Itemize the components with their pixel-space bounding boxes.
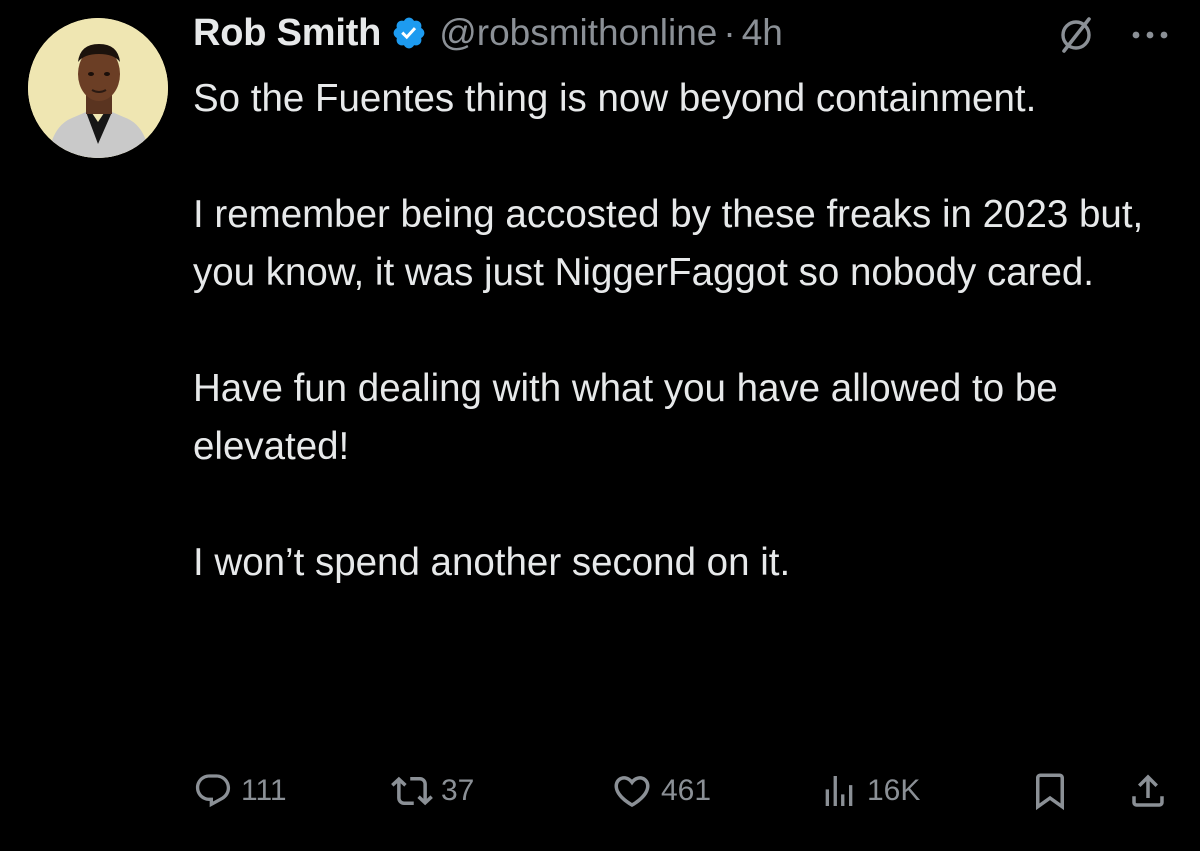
tweet-paragraph: So the Fuentes thing is now beyond conta… bbox=[193, 77, 1037, 120]
reply-icon bbox=[195, 774, 231, 808]
more-dots-icon[interactable] bbox=[1130, 28, 1170, 40]
views-bar-chart-icon bbox=[825, 776, 853, 806]
share-button[interactable] bbox=[1127, 764, 1169, 818]
separator-dot: · bbox=[723, 12, 736, 53]
avatar-photo bbox=[28, 18, 168, 158]
bookmark-button[interactable] bbox=[1029, 764, 1071, 818]
grok-slash-circle-icon[interactable] bbox=[1056, 14, 1096, 54]
reply-count: 111 bbox=[241, 774, 287, 807]
author-handle[interactable]: @robsmithonline bbox=[439, 12, 717, 54]
tweet-text: So the Fuentes thing is now beyond conta… bbox=[193, 70, 1173, 592]
tweet-paragraph: Have fun dealing with what you have allo… bbox=[193, 367, 1058, 468]
header-actions bbox=[1056, 14, 1170, 54]
like-count: 461 bbox=[661, 774, 712, 807]
views-button[interactable]: 16K bbox=[819, 764, 920, 818]
views-count: 16K bbox=[867, 774, 921, 807]
repost-icon bbox=[391, 776, 433, 806]
tweet-paragraph: I remember being accosted by these freak… bbox=[193, 193, 1144, 294]
repost-button[interactable]: 37 bbox=[391, 764, 474, 818]
author-name[interactable]: Rob Smith bbox=[193, 12, 381, 55]
reply-button[interactable]: 111 bbox=[193, 764, 287, 818]
verified-badge-icon[interactable] bbox=[391, 15, 427, 51]
like-button[interactable]: 461 bbox=[611, 764, 711, 818]
post-time[interactable]: 4h bbox=[742, 12, 783, 54]
bookmark-icon bbox=[1036, 773, 1064, 811]
action-bar: 111 37 461 16K bbox=[193, 764, 1173, 818]
tweet-paragraph: I won’t spend another second on it. bbox=[193, 541, 791, 584]
heart-icon bbox=[614, 776, 650, 808]
avatar[interactable] bbox=[28, 18, 168, 158]
share-icon bbox=[1132, 774, 1164, 807]
repost-count: 37 bbox=[441, 774, 475, 807]
tweet-header: Rob Smith @robsmithonline · 4h bbox=[193, 6, 1170, 60]
